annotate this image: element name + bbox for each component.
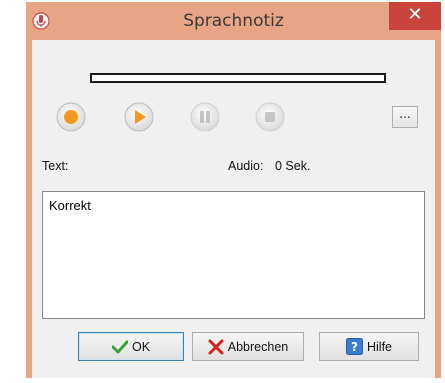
dialog-content: ... Text: Audio: 0 Sek. Korrekt OK Abbre… (32, 40, 435, 378)
window-title: Sprachnotiz (183, 11, 284, 31)
dialog-window: Sprachnotiz ✕ ... Text: Audio: 0 Sek. Ko… (26, 2, 441, 378)
play-icon (124, 102, 154, 132)
help-label: Hilfe (366, 339, 392, 354)
stop-button[interactable] (255, 102, 285, 132)
close-icon: ✕ (407, 4, 423, 25)
close-button[interactable]: ✕ (389, 2, 441, 30)
record-button[interactable] (56, 102, 86, 132)
stop-icon (255, 102, 285, 132)
ok-label: OK (131, 339, 151, 354)
cancel-button[interactable]: Abbrechen (192, 332, 304, 361)
ok-button[interactable]: OK (78, 332, 184, 361)
pause-icon (190, 102, 220, 132)
help-icon: ? (345, 338, 363, 355)
pause-button[interactable] (190, 102, 220, 132)
title-bar[interactable]: Sprachnotiz ✕ (26, 2, 441, 40)
play-button[interactable] (124, 102, 154, 132)
more-options-button[interactable]: ... (392, 106, 418, 128)
cancel-label: Abbrechen (227, 339, 289, 354)
cross-icon (208, 339, 224, 354)
note-text-field[interactable]: Korrekt (42, 191, 425, 319)
audio-duration: 0 Sek. (275, 159, 311, 173)
text-label: Text: (42, 159, 69, 173)
recording-progress-bar (90, 73, 386, 83)
checkmark-icon (111, 340, 128, 353)
svg-text:?: ? (351, 340, 358, 354)
audio-label: Audio: (228, 159, 264, 173)
record-icon (56, 102, 86, 132)
help-button[interactable]: ? Hilfe (319, 332, 419, 361)
